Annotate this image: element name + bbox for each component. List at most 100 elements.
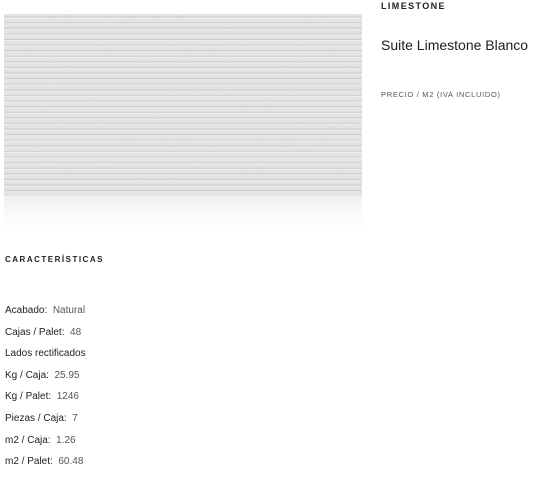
product-title: Suite Limestone Blanco <box>381 37 528 53</box>
tile-speckle <box>13 77 15 78</box>
tile-speckle <box>285 65 287 66</box>
tile-speckle <box>139 182 142 183</box>
characteristics-list: Acabado: Natural Cajas / Palet: 48 Lados… <box>5 305 86 478</box>
tile-speckle <box>103 183 105 184</box>
tile-speckle <box>11 70 13 71</box>
tile-speckle <box>182 142 185 143</box>
tile-speckle <box>165 171 167 172</box>
tile-speckle <box>240 42 242 43</box>
tile-speckle <box>102 47 105 48</box>
tile-speckle <box>39 53 42 54</box>
tile-speckle <box>37 149 40 150</box>
tile-speckle <box>238 15 239 16</box>
tile-speckle <box>175 192 178 193</box>
product-image[interactable] <box>4 14 362 196</box>
tile-speckle <box>65 193 67 194</box>
spec-kg-caja: Kg / Caja: 25.95 <box>5 370 86 392</box>
tile-speckle <box>329 160 330 161</box>
tile-speckle <box>191 55 192 56</box>
tile-speckle <box>266 104 268 105</box>
tile-speckle <box>241 105 244 106</box>
spec-label: Acabado: <box>5 305 47 316</box>
tile-speckle <box>308 20 309 21</box>
tile-speckle <box>91 109 93 110</box>
spec-acabado: Acabado: Natural <box>5 305 86 327</box>
spec-label: Cajas / Palet: <box>5 327 64 338</box>
tile-speckle <box>344 14 346 15</box>
tile-speckle <box>158 26 159 27</box>
tile-speckle <box>266 43 267 44</box>
tile-speckle <box>211 49 213 50</box>
tile-speckle <box>230 82 232 83</box>
tile-speckle <box>350 159 353 160</box>
tile-speckle <box>23 81 25 82</box>
tile-speckle <box>53 55 55 56</box>
tile-speckle <box>217 143 219 144</box>
tile-speckle <box>220 87 223 88</box>
tile-speckle <box>140 31 142 32</box>
tile-speckle <box>258 137 259 138</box>
tile-speckle <box>167 115 170 116</box>
tile-speckle <box>207 47 210 48</box>
tile-speckle <box>257 165 260 166</box>
spec-cajas-palet: Cajas / Palet: 48 <box>5 327 86 349</box>
tile-speckle <box>254 153 256 154</box>
tile-speckle <box>351 177 353 178</box>
tile-speckle <box>108 127 110 128</box>
tile-speckle <box>354 193 356 194</box>
tile-speckle <box>158 182 159 183</box>
tile-speckle <box>64 15 67 16</box>
characteristics-heading: CARACTERÍSTICAS <box>5 255 104 264</box>
spec-value: 48 <box>70 327 81 338</box>
tile-speckle <box>4 103 6 104</box>
tile-speckle <box>335 87 338 88</box>
tile-speckle <box>146 66 147 67</box>
spec-label: Kg / Palet: <box>5 391 51 402</box>
spec-value: 1.26 <box>56 435 75 446</box>
tile-speckle <box>242 15 244 16</box>
spec-value: 1246 <box>57 391 79 402</box>
tile-speckle <box>65 154 68 155</box>
tile-speckle <box>305 188 307 189</box>
spec-m2-palet: m2 / Palet: 60.48 <box>5 456 86 478</box>
tile-speckle <box>322 77 324 78</box>
tile-speckle <box>163 114 164 115</box>
tile-speckle <box>30 54 31 55</box>
spec-value: 25.95 <box>54 370 79 381</box>
spec-kg-palet: Kg / Palet: 1246 <box>5 391 86 413</box>
tile-speckle <box>149 55 151 56</box>
tile-speckle <box>359 92 362 93</box>
tile-speckle <box>294 149 297 150</box>
tile-speckle <box>64 21 65 22</box>
tile-speckle <box>161 83 163 84</box>
tile-speckle <box>109 37 110 38</box>
tile-speckle <box>300 149 302 150</box>
tile-texture <box>4 14 362 196</box>
tile-speckle <box>355 98 356 99</box>
tile-speckle <box>351 126 353 127</box>
tile-speckle <box>323 136 325 137</box>
tile-speckle <box>196 165 199 166</box>
tile-speckle <box>226 32 227 33</box>
tile-speckle <box>101 154 104 155</box>
tile-speckle <box>161 167 163 168</box>
tile-speckle <box>296 126 298 127</box>
brand-label: LIMESTONE <box>381 1 446 11</box>
tile-speckle <box>166 149 168 150</box>
tile-speckle <box>76 110 78 111</box>
tile-speckle <box>57 120 59 121</box>
tile-speckle <box>88 59 90 60</box>
spec-label: Kg / Caja: <box>5 370 49 381</box>
tile-speckle <box>51 47 54 48</box>
tile-speckle <box>280 148 282 149</box>
spec-value: 60.48 <box>58 456 83 467</box>
tile-speckle <box>298 58 301 59</box>
tile-speckle <box>47 49 49 50</box>
tile-speckle <box>9 59 10 60</box>
tile-speckle <box>246 183 247 184</box>
tile-speckle <box>224 93 226 94</box>
tile-speckle <box>231 86 234 87</box>
tile-speckle <box>13 42 15 43</box>
tile-speckle <box>180 116 181 117</box>
tile-speckle <box>90 187 92 188</box>
